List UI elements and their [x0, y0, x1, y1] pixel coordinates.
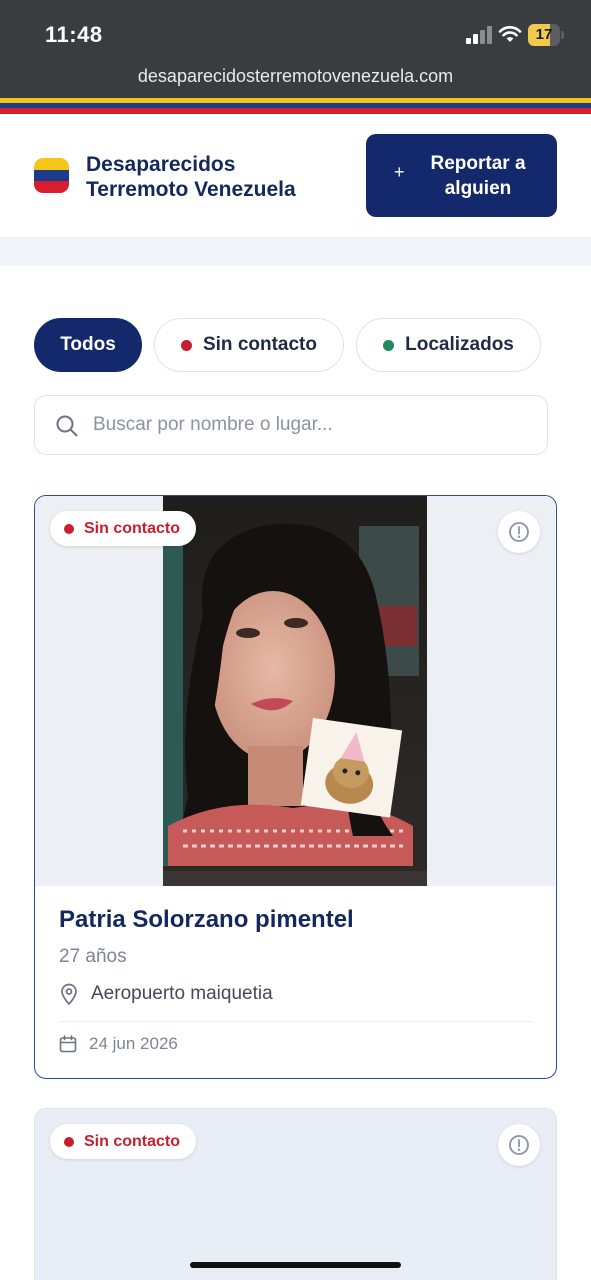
person-location-text: Aeropuerto maiquetia — [91, 983, 273, 1004]
card-divider — [59, 1021, 533, 1022]
filter-localizados-label: Localizados — [405, 334, 514, 355]
person-card[interactable]: Sin contacto Patria Solorzano pimentel 2… — [34, 495, 557, 1079]
search-input[interactable] — [93, 408, 533, 442]
green-dot-icon — [383, 339, 395, 351]
plus-icon: + — [394, 162, 405, 182]
address-bar-url[interactable]: desaparecidosterremotovenezuela.com — [0, 66, 591, 87]
person-card[interactable]: Sin contacto — [34, 1108, 557, 1280]
report-person-button[interactable]: + Reportar a alguien — [366, 134, 557, 217]
red-dot-icon — [64, 523, 74, 534]
filter-sin-contacto[interactable]: Sin contacto — [154, 318, 344, 372]
calendar-icon — [59, 1035, 77, 1053]
report-info-button[interactable] — [498, 1124, 540, 1166]
person-name: Patria Solorzano pimentel — [59, 906, 354, 933]
site-title-line2: Terremoto Venezuela — [86, 178, 296, 201]
report-info-button[interactable] — [498, 511, 540, 553]
main-content: Todos Sin contacto Localizados Buscar po… — [0, 266, 591, 1280]
person-age: 27 años — [59, 946, 127, 967]
home-indicator[interactable] — [190, 1262, 401, 1268]
search-icon — [56, 415, 78, 437]
filter-todos[interactable]: Todos — [34, 318, 142, 372]
red-dot-icon — [64, 1136, 74, 1147]
red-dot-icon — [180, 339, 192, 351]
person-photo-area: Sin contacto — [35, 496, 555, 886]
status-badge-label: Sin contacto — [84, 519, 181, 537]
report-button-line2: alguien — [444, 178, 512, 199]
status-badge-label: Sin contacto — [84, 1132, 181, 1150]
filter-localizados[interactable]: Localizados — [356, 318, 541, 372]
status-badge: Sin contacto — [50, 511, 197, 546]
search-box — [34, 395, 548, 455]
site-header: Desaparecidos Terremoto Venezuela + Repo… — [0, 114, 591, 238]
status-badge: Sin contacto — [50, 1124, 197, 1159]
status-time: 11:48 — [45, 22, 103, 47]
alert-circle-icon — [509, 1135, 529, 1155]
site-title-line1: Desaparecidos — [86, 153, 236, 176]
filter-sin-contacto-label: Sin contacto — [202, 334, 317, 355]
filter-todos-label: Todos — [60, 334, 116, 355]
person-photo[interactable] — [163, 496, 427, 886]
battery-icon: 17 — [528, 24, 564, 46]
flag-stripe — [0, 98, 591, 114]
alert-circle-icon — [509, 522, 529, 542]
battery-level: 17 — [535, 26, 553, 43]
report-date-text: 24 jun 2026 — [89, 1034, 178, 1053]
site-title[interactable]: Desaparecidos Terremoto Venezuela — [86, 152, 296, 202]
report-date: 24 jun 2026 — [59, 1034, 178, 1054]
venezuela-flag-logo[interactable] — [34, 158, 69, 193]
person-location: Aeropuerto maiquetia — [59, 983, 273, 1005]
cellular-signal-icon — [466, 26, 492, 44]
wifi-icon — [498, 26, 522, 42]
report-button-line1: Reportar a — [430, 153, 526, 174]
map-pin-icon — [61, 983, 77, 1005]
section-separator — [0, 238, 591, 266]
browser-chrome: 11:48 17 desaparecidosterremotovenezuela… — [0, 0, 591, 98]
